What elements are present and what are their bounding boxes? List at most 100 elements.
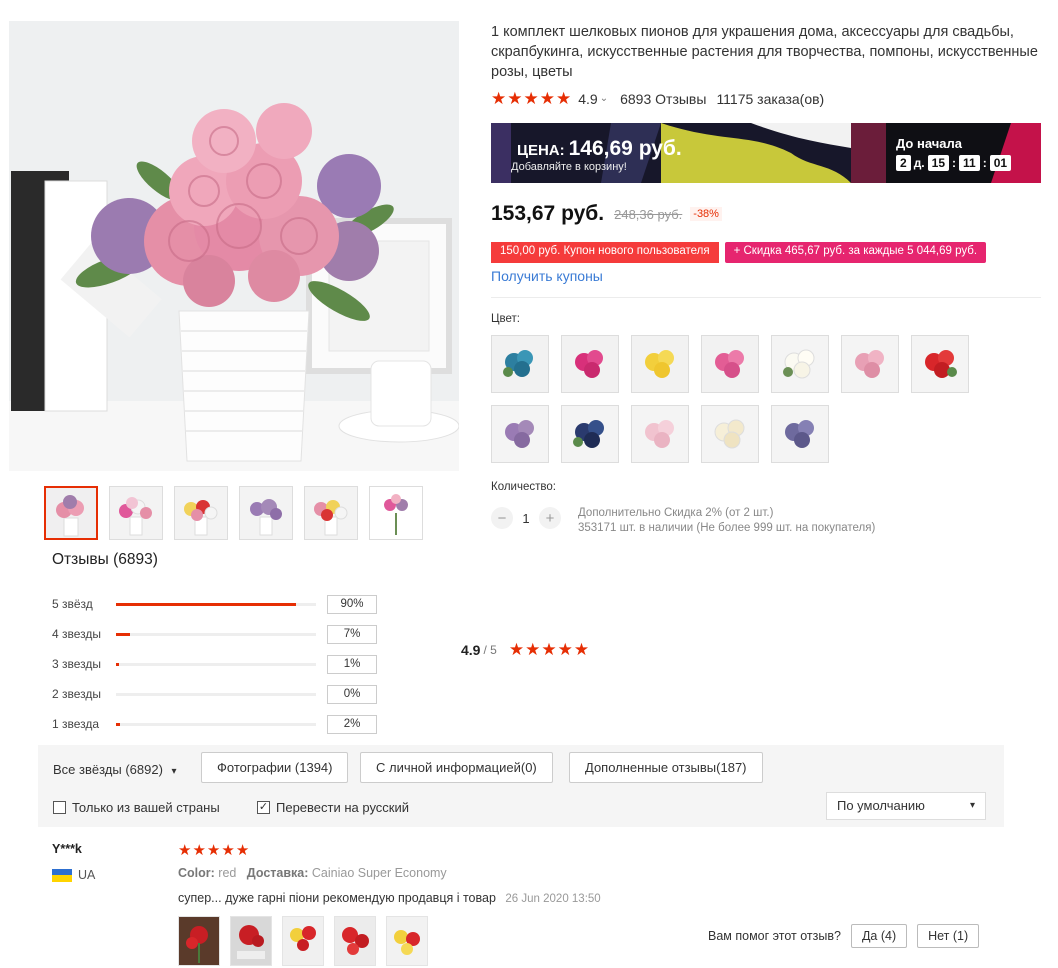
review-stars: ★ ★ ★ ★ ★	[178, 842, 250, 859]
check-icon[interactable]: ✓	[257, 801, 270, 814]
chevron-down-icon[interactable]: ⌄	[600, 93, 608, 104]
color-option-light-pink[interactable]	[841, 335, 899, 393]
color-option-dark-blue[interactable]	[561, 405, 619, 463]
promo-price-label: ЦЕНА:	[517, 142, 565, 159]
sort-dropdown[interactable]: По умолчанию ▾	[826, 792, 986, 820]
color-option-pale-pink[interactable]	[631, 405, 689, 463]
star-icon: ★	[178, 842, 192, 859]
quantity-decrease-button[interactable]: −	[491, 507, 513, 529]
review-photo-2[interactable]	[230, 916, 272, 966]
filter-additional-button[interactable]: Дополненные отзывы(187)	[569, 752, 763, 783]
review-photo-3[interactable]	[282, 916, 324, 966]
distribution-row[interactable]: 5 звёзд 90%	[52, 589, 377, 619]
distribution-label: 5 звёзд	[52, 597, 93, 611]
reviews-count[interactable]: 6893 Отзывы	[620, 91, 706, 107]
thumbnail-6[interactable]	[369, 486, 423, 540]
promo-price: ЦЕНА: 146,69 руб.	[517, 137, 682, 161]
review-color-value: red	[218, 866, 237, 880]
average-scale: / 5	[483, 642, 497, 657]
distribution-bar-fill	[116, 632, 130, 636]
star-icon: ★	[539, 89, 555, 108]
quantity-value[interactable]: 1	[513, 511, 539, 526]
star-icon: ★	[235, 842, 250, 859]
color-option-blue[interactable]	[491, 335, 549, 393]
get-coupons-link[interactable]: Получить купоны	[491, 268, 603, 284]
star-icon: ★	[557, 640, 573, 659]
color-option-pink[interactable]	[701, 335, 759, 393]
thumbnail-1[interactable]	[44, 486, 98, 540]
current-price: 153,67 руб.	[491, 202, 605, 225]
thumbnail-strip	[44, 486, 423, 540]
rating-row: ★ ★ ★ ★ ★ 4.9 ⌄ 6893 Отзывы 11175 заказа(ов)	[491, 90, 824, 107]
checkbox-unchecked[interactable]	[53, 801, 66, 814]
review-country-code: UA	[78, 868, 96, 882]
color-option-rose-red[interactable]	[561, 335, 619, 393]
thumbnail-4[interactable]	[239, 486, 293, 540]
helpful-yes-button[interactable]: Да (4)	[850, 924, 908, 948]
star-icon: ★	[491, 89, 507, 108]
orders-count: 11175 заказа(ов)	[716, 90, 825, 107]
star-icon: ★	[525, 640, 541, 659]
color-option-red[interactable]	[911, 335, 969, 393]
distribution-row[interactable]: 1 звезда 2%	[52, 709, 377, 739]
distribution-bar	[116, 692, 316, 696]
distribution-bar	[116, 632, 316, 636]
distribution-row[interactable]: 4 звезды 7%	[52, 619, 377, 649]
distribution-row[interactable]: 2 звезды 0%	[52, 679, 377, 709]
distribution-label: 2 звезды	[52, 687, 102, 701]
helpful-no-button[interactable]: Нет (1)	[917, 924, 980, 948]
distribution-bar	[116, 602, 316, 606]
filter-personal-info-button[interactable]: С личной информацией(0)	[360, 752, 553, 783]
average-rating: 4.9 / 5 ★ ★ ★ ★ ★	[461, 641, 590, 658]
coupon-row: 150,00 руб. Купон нового пользователя + …	[491, 242, 987, 263]
review-shipping-label: Доставка:	[246, 866, 309, 880]
countdown-days: 2	[896, 155, 911, 171]
review-photo-5[interactable]	[386, 916, 428, 966]
color-swatches	[491, 335, 981, 463]
color-option-ivory[interactable]	[701, 405, 759, 463]
quantity-stepper: − 1 +	[491, 507, 561, 529]
own-country-checkbox[interactable]: Только из вашей страны	[53, 800, 220, 815]
new-user-coupon[interactable]: 150,00 руб. Купон нового пользователя	[491, 242, 719, 263]
star-icon: ★	[507, 89, 523, 108]
chevron-down-icon: ▾	[969, 800, 975, 811]
star-filter-label: Все звёзды (6892)	[53, 762, 163, 777]
distribution-bar-fill	[116, 662, 119, 666]
distribution-row[interactable]: 3 звезды 1%	[52, 649, 377, 679]
rating-value[interactable]: 4.9	[578, 91, 597, 107]
star-icon: ★	[523, 89, 539, 108]
chevron-down-icon: ▾	[171, 766, 177, 777]
price-block: 153,67 руб. 248,36 руб. -38%	[491, 202, 722, 226]
review-shipping-value: Cainiao Super Economy	[311, 866, 447, 880]
star-icon: ★	[192, 842, 206, 859]
color-option-white[interactable]	[771, 335, 829, 393]
average-stars: ★ ★ ★ ★ ★	[509, 641, 590, 658]
distribution-bar-fill	[116, 722, 120, 726]
filter-photos-button[interactable]: Фотографии (1394)	[201, 752, 349, 783]
quantity-info: Дополнительно Скидка 2% (от 2 шт.) 35317…	[578, 506, 875, 536]
translate-checkbox[interactable]: ✓ Перевести на русский	[257, 800, 409, 815]
extra-discount-text: Дополнительно Скидка 2% (от 2 шт.)	[578, 507, 774, 519]
rating-distribution: 5 звёзд 90% 4 звезды 7% 3 звезды 1% 2 звезды 0%…	[52, 589, 377, 739]
quantity-increase-button[interactable]: +	[539, 507, 561, 529]
distribution-bar	[116, 722, 316, 726]
thumbnail-3[interactable]	[174, 486, 228, 540]
star-filter-dropdown[interactable]: Все звёзды (6892) ▾	[53, 762, 177, 777]
review-photo-1[interactable]	[178, 916, 220, 966]
thumbnail-2[interactable]	[109, 486, 163, 540]
distribution-percent: 0%	[327, 684, 377, 704]
color-option-lavender[interactable]	[771, 405, 829, 463]
thumbnail-5[interactable]	[304, 486, 358, 540]
color-option-yellow[interactable]	[631, 335, 689, 393]
original-price: 248,36 руб.	[614, 206, 683, 222]
main-product-image[interactable]	[9, 21, 459, 471]
review-date: 26 Jun 2020 13:50	[505, 893, 601, 905]
distribution-label: 3 звезды	[52, 657, 102, 671]
helpful-row: Вам помог этот отзыв? Да (4) Нет (1)	[708, 924, 980, 948]
color-option-purple[interactable]	[491, 405, 549, 463]
review-text: супер... дуже гарні піони рекомендую про…	[178, 891, 601, 905]
review-meta: Color: red Доставка: Cainiao Super Econo…	[178, 866, 447, 880]
distribution-label: 4 звезды	[52, 627, 102, 641]
review-photo-4[interactable]	[334, 916, 376, 966]
spend-discount-coupon[interactable]: + Скидка 465,67 руб. за каждые 5 044,69 …	[724, 242, 987, 263]
